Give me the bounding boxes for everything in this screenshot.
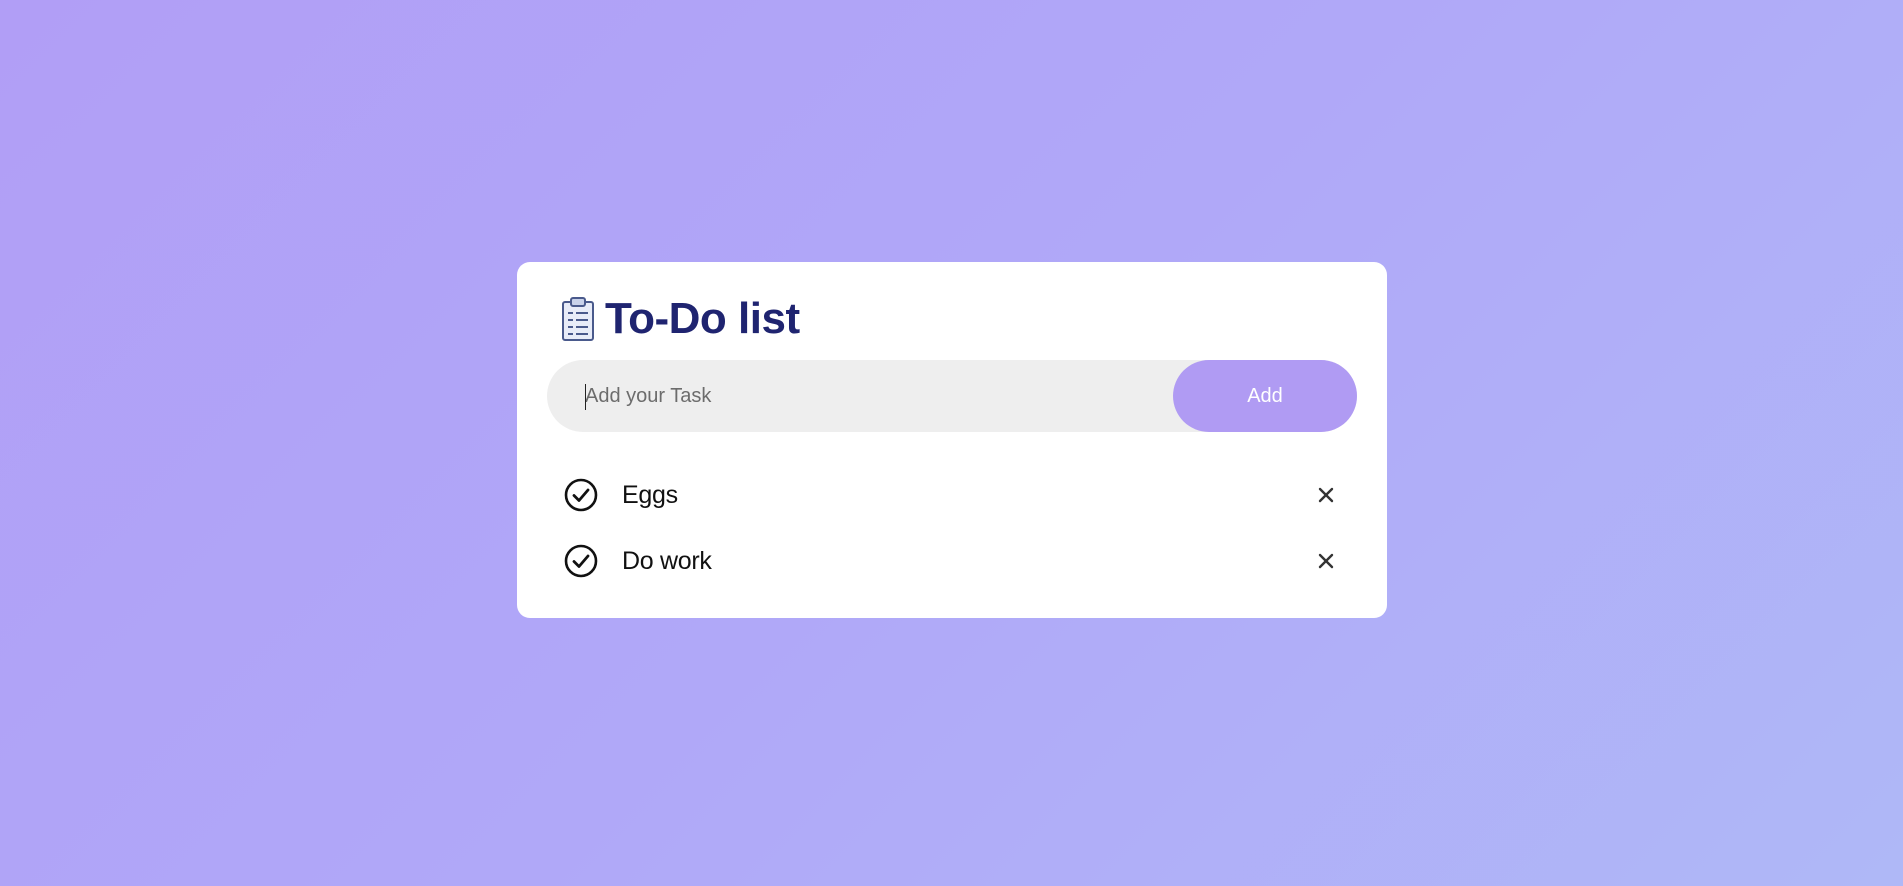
- task-input-row: Add: [547, 359, 1357, 433]
- task-label: Eggs: [622, 480, 678, 509]
- list-item[interactable]: Eggs: [547, 462, 1357, 528]
- task-input[interactable]: [547, 359, 1173, 433]
- task-label: Do work: [622, 546, 712, 575]
- header: To-Do list: [561, 292, 800, 346]
- check-circle-icon[interactable]: [564, 478, 598, 512]
- clipboard-icon: [562, 297, 594, 341]
- list-item[interactable]: Do work: [547, 528, 1357, 594]
- close-icon[interactable]: [1317, 486, 1335, 504]
- todo-card: To-Do list Add Eggs Do work: [517, 262, 1387, 618]
- add-button[interactable]: Add: [1173, 360, 1357, 432]
- task-list: Eggs Do work: [547, 462, 1357, 594]
- check-circle-icon[interactable]: [564, 544, 598, 578]
- page-title: To-Do list: [605, 294, 800, 343]
- text-caret: [585, 384, 586, 410]
- close-icon[interactable]: [1317, 552, 1335, 570]
